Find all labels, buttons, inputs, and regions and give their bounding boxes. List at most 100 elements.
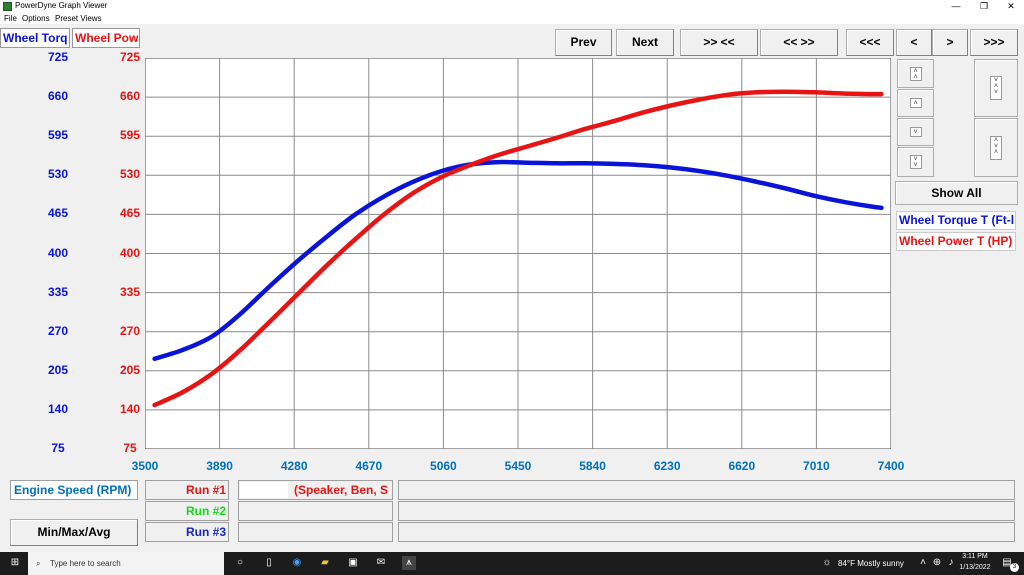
x-tick: 7400: [877, 459, 905, 473]
scroll-down-button[interactable]: ˅: [897, 118, 934, 146]
expand-icon: ˅ ˄ ˅: [990, 76, 1002, 100]
x-tick: 5450: [504, 459, 532, 473]
last-button[interactable]: >>>: [970, 29, 1018, 56]
search-placeholder: Type here to search: [50, 559, 121, 568]
y-tick-left: 205: [47, 362, 69, 377]
app-window: PowerDyne Graph Viewer — ❐ ✕ File Option…: [0, 0, 1024, 552]
run1-name-field[interactable]: [240, 482, 288, 498]
file-explorer-icon[interactable]: ▰: [318, 556, 332, 570]
y-tick-right: 465: [119, 206, 141, 221]
legend-torque[interactable]: Wheel Torque T (Ft-l: [896, 211, 1016, 230]
y-tick-right: 400: [119, 245, 141, 260]
menu-preset-views[interactable]: Preset Views: [55, 14, 102, 23]
x-tick: 3890: [206, 459, 233, 473]
x-tick: 7010: [803, 459, 830, 473]
run2-data-box: [398, 501, 1015, 521]
run1-name-box: (Speaker, Ben, S: [238, 480, 393, 500]
engine-speed-label: Engine Speed (RPM): [14, 483, 132, 497]
restore-button[interactable]: ❐: [970, 0, 998, 13]
y-tick-left: 140: [47, 401, 69, 416]
network-icon[interactable]: ⊕: [930, 556, 944, 570]
expand-button[interactable]: ˅ ˄ ˅: [974, 59, 1018, 117]
weather-icon[interactable]: ☼: [820, 556, 834, 570]
legend-power[interactable]: Wheel Power T (HP): [896, 232, 1016, 251]
taskbar-search[interactable]: ⌕ Type here to search: [28, 552, 224, 575]
app-icon: [3, 2, 12, 11]
clock-date[interactable]: 1/13/2022: [956, 564, 994, 571]
right-button[interactable]: >: [932, 29, 968, 56]
engine-speed-box: Engine Speed (RPM): [10, 480, 138, 500]
y-tick-left: 75: [51, 441, 65, 455]
x-tick: 4670: [355, 459, 383, 473]
menu-bar: File Options Preset Views: [0, 13, 1024, 24]
search-icon: ⌕: [36, 559, 41, 568]
compress-icon: ˄ ˅ ˄: [990, 135, 1002, 160]
x-tick: 6620: [728, 459, 756, 473]
run1-box: Run #1: [145, 480, 229, 500]
y-tick-left: 335: [47, 284, 69, 299]
left-button[interactable]: <: [896, 29, 932, 56]
run2-box: Run #2: [145, 501, 229, 521]
zoom-out-button[interactable]: << >>: [760, 29, 838, 56]
y-tick-right: 595: [119, 128, 141, 143]
min-max-avg-button[interactable]: Min/Max/Avg: [10, 519, 138, 546]
x-tick: 5060: [430, 459, 457, 473]
y-tick-right: 270: [119, 323, 141, 338]
y-tick-left: 595: [47, 128, 69, 143]
run3-name-box: [238, 522, 393, 542]
menu-file[interactable]: File: [4, 14, 17, 23]
y-tick-right: 660: [119, 89, 141, 104]
show-all-button[interactable]: Show All: [895, 181, 1018, 205]
y-tick-right: 335: [119, 284, 141, 299]
scroll-up-button[interactable]: ˄: [897, 89, 934, 117]
scroll-bottom-icon: ˅ ˅: [909, 155, 922, 169]
scroll-top-icon: ˄ ˄: [909, 66, 922, 81]
y-tick-left: 725: [47, 50, 69, 64]
y-tick-right: 725: [119, 50, 141, 64]
y-tick-left: 400: [47, 245, 69, 260]
run1-data-box: [398, 480, 1015, 500]
minimize-button[interactable]: —: [942, 0, 970, 13]
x-tick: 6230: [653, 459, 681, 473]
y-tick-left: 270: [47, 323, 69, 338]
weather-text[interactable]: 84°F Mostly sunny: [838, 559, 904, 568]
x-tick: 4280: [280, 459, 308, 473]
scroll-bottom-button[interactable]: ˅ ˅: [897, 147, 934, 177]
store-icon[interactable]: ▣: [346, 556, 360, 570]
mail-icon[interactable]: ✉: [374, 556, 388, 570]
legend-torque-tab[interactable]: Wheel Torq: [0, 28, 70, 48]
y-tick-right: 140: [119, 401, 141, 416]
windows-start-icon[interactable]: ⊞: [8, 556, 22, 570]
menu-options[interactable]: Options: [22, 14, 50, 23]
first-button[interactable]: <<<: [846, 29, 894, 56]
dyno-chart: [145, 58, 891, 449]
y-tick-right: 530: [119, 167, 141, 182]
prev-button[interactable]: Prev: [555, 29, 612, 56]
compress-button[interactable]: ˄ ˅ ˄: [974, 118, 1018, 177]
clock-time[interactable]: 3:11 PM: [958, 553, 992, 560]
window-title: PowerDyne Graph Viewer: [15, 1, 108, 10]
run2-name-box: [238, 501, 393, 521]
zoom-in-button[interactable]: >> <<: [680, 29, 758, 56]
run3-data-box: [398, 522, 1015, 542]
y-tick-left: 530: [47, 167, 69, 182]
tray-chevron-icon[interactable]: ˄: [916, 556, 930, 570]
scroll-top-button[interactable]: ˄ ˄: [897, 59, 934, 88]
y-tick-right: 205: [119, 362, 141, 377]
task-view-icon[interactable]: ▯: [262, 556, 276, 570]
scroll-down-icon: ˅: [909, 127, 922, 137]
run2-label: Run #2: [185, 504, 226, 518]
legend-power-tab[interactable]: Wheel Pow: [72, 28, 140, 48]
run1-name: (Speaker, Ben, S: [294, 483, 389, 497]
close-button[interactable]: ✕: [997, 0, 1024, 13]
edge-icon[interactable]: ◉: [290, 556, 304, 570]
x-tick: 5840: [579, 459, 606, 473]
y-tick-left: 660: [47, 89, 69, 104]
run1-label: Run #1: [185, 483, 226, 497]
y-tick-left: 465: [47, 206, 69, 221]
powerdyne-taskbar-icon[interactable]: ⩚: [402, 556, 416, 570]
cortana-icon[interactable]: ○: [233, 556, 247, 570]
x-tick: 3500: [131, 459, 159, 473]
next-button[interactable]: Next: [616, 29, 674, 56]
run3-label: Run #3: [185, 525, 226, 539]
